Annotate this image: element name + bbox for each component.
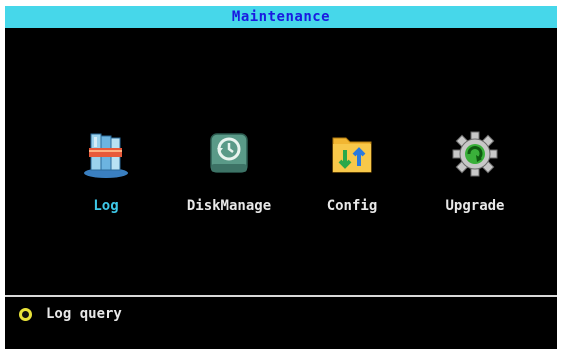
menu-item-label: Log [93, 198, 119, 214]
menu-item-config[interactable]: Config [287, 128, 417, 228]
menu-item-log[interactable]: Log [41, 128, 171, 228]
upgrade-gear-icon [449, 128, 501, 180]
maintenance-screen: Maintenance Log DiskManage Config Upgrad… [5, 6, 557, 349]
menu-item-label: Config [326, 198, 378, 214]
menu-item-label: DiskManage [186, 198, 272, 214]
title-bar: Maintenance [5, 6, 557, 28]
status-divider [5, 295, 557, 297]
maintenance-menu: Log DiskManage Config Upgrade [5, 128, 557, 228]
yellow-ring-icon [19, 307, 32, 321]
config-folder-icon [326, 128, 378, 180]
page-title: Maintenance [231, 9, 331, 25]
status-bar: Log query [19, 304, 122, 324]
log-books-icon [80, 128, 132, 180]
disk-history-icon [203, 128, 255, 180]
menu-item-diskmanage[interactable]: DiskManage [164, 128, 294, 228]
menu-item-upgrade[interactable]: Upgrade [410, 128, 540, 228]
menu-item-label: Upgrade [445, 198, 505, 214]
status-text: Log query [46, 306, 122, 322]
